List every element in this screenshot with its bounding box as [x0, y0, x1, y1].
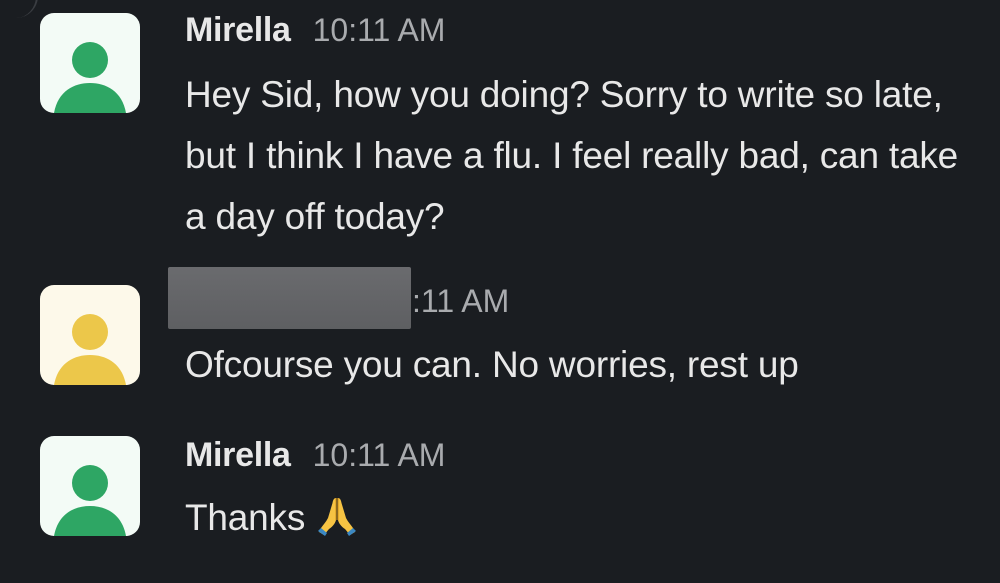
- message-timestamp[interactable]: 10:11 AM: [313, 12, 446, 49]
- message-text: Thanks: [185, 497, 306, 538]
- avatar[interactable]: [40, 436, 140, 536]
- folded-hands-icon: [315, 494, 359, 538]
- message-header: Mirella 10:11 AM: [185, 436, 445, 480]
- user-avatar-icon: [40, 436, 140, 536]
- message-timestamp[interactable]: :11 AM: [412, 283, 509, 320]
- author-name[interactable]: Mirella: [185, 436, 291, 475]
- redacted-author-name: [168, 267, 411, 329]
- message-timestamp[interactable]: 10:11 AM: [313, 437, 446, 474]
- message-text: Hey Sid, how you doing? Sorry to write s…: [185, 74, 959, 237]
- message-text: Ofcourse you can. No worries, rest up: [185, 344, 799, 385]
- user-avatar-icon: [40, 285, 140, 385]
- avatar[interactable]: [40, 13, 140, 113]
- avatar[interactable]: [40, 285, 140, 385]
- message-list: Mirella 10:11 AM Hey Sid, how you doing?…: [0, 0, 1000, 583]
- message-header: :11 AM: [412, 283, 509, 327]
- scroll-edge-decoration: [14, 0, 38, 18]
- message-header: Mirella 10:11 AM: [185, 11, 445, 55]
- author-name[interactable]: Mirella: [185, 11, 291, 50]
- user-avatar-icon: [40, 13, 140, 113]
- message-text-row: Thanks: [185, 487, 975, 548]
